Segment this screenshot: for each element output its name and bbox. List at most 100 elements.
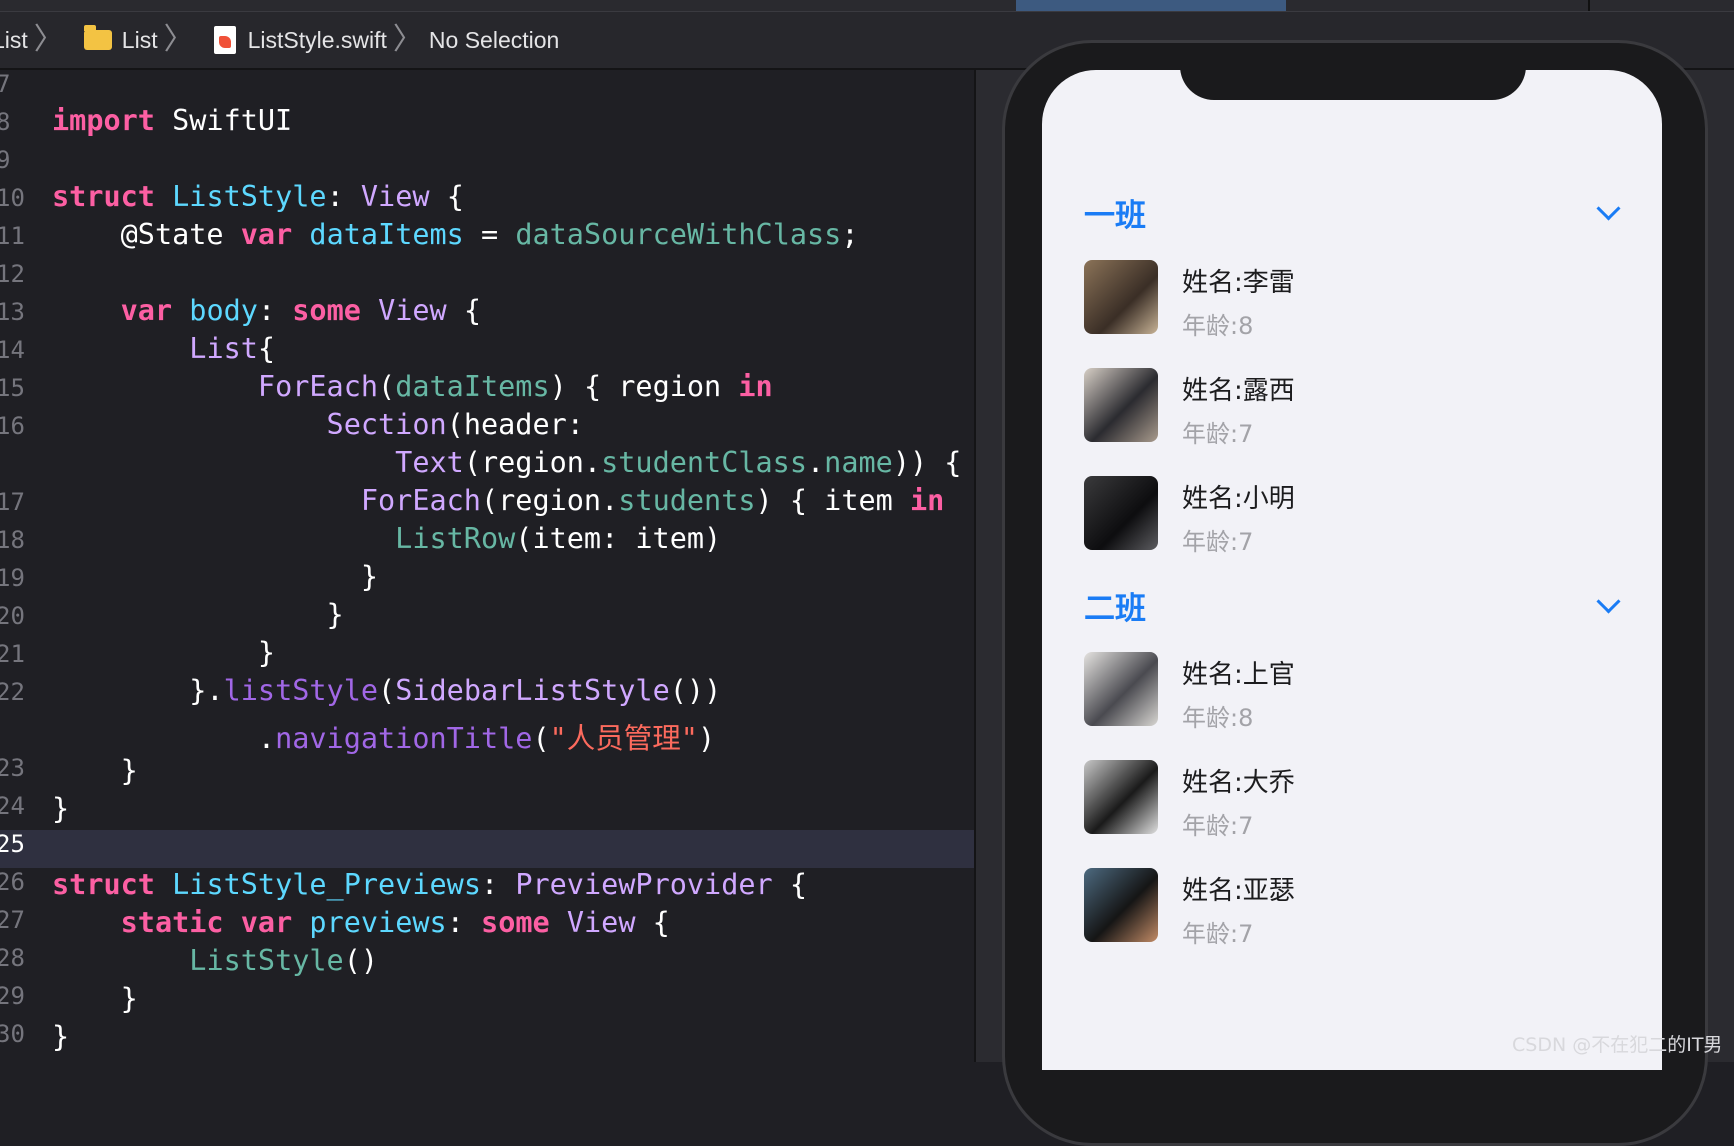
code-line: struct ListStyle_Previews: PreviewProvid… [52,868,807,901]
folder-icon [83,25,112,50]
code-token: : [446,906,482,939]
line-number: 30 [0,1020,25,1048]
code-token: var [240,906,293,939]
breadcrumb-selection[interactable]: No Selection [429,27,559,54]
code-token: { [257,332,276,365]
breadcrumb-folder-label: List [121,26,158,53]
code-token: } [52,598,344,631]
student-age: 年龄:7 [1182,528,1254,556]
avatar [1084,868,1158,942]
section-header[interactable]: 一班 [1084,190,1146,235]
code-token: import [52,104,155,137]
avatar [1084,476,1158,550]
phone-notch [1180,60,1526,100]
student-name: 姓名:上官 [1182,660,1295,690]
code-token: Text [395,446,464,479]
line-number: 8 [0,108,11,136]
code-token: name [824,446,893,479]
code-token: . [807,446,825,479]
code-token: previews [309,906,447,939]
code-token: ListStyle_Previews [172,868,481,901]
code-line: } [52,754,138,787]
code-line: ListRow(item: item) [52,522,721,555]
code-token: "人员管理" [549,722,698,755]
student-name: 姓名:露西 [1182,376,1295,406]
code-token: @State [52,218,241,251]
code-token: static [120,906,224,939]
code-token: ListRow [395,522,516,555]
line-number: 19 [0,564,25,592]
code-line: var body: some View { [52,294,481,327]
code-token: PreviewProvider [515,868,773,901]
code-token: : [480,868,516,901]
code-token: struct [52,868,155,901]
code-token: (region. [463,446,602,479]
watermark: CSDN @不在犯二的IT男 [1512,1034,1723,1056]
code-token: ; [841,218,859,251]
code-token: ListStyle [172,180,327,213]
breadcrumb-file[interactable]: ListStyle.swift [200,26,387,54]
code-token: } [52,560,379,593]
code-token: { [635,906,670,939]
active-tab[interactable] [1016,0,1286,11]
code-token: } [52,792,70,825]
section-header[interactable]: 二班 [1084,583,1146,628]
code-token: SidebarListStyle [395,674,670,707]
line-number: 18 [0,526,25,554]
code-token: = [463,218,516,251]
code-token: listStyle [223,674,379,707]
code-token: : [257,294,293,327]
swift-file-icon [213,26,236,54]
student-name: 姓名:小明 [1182,484,1295,514]
code-token: : [326,180,361,213]
breadcrumb-project[interactable]: List [0,27,28,54]
breadcrumb-folder[interactable]: List [70,25,158,54]
code-line: }.listStyle(SidebarListStyle()) [52,674,721,707]
code-token: ) { item [755,484,910,517]
code-token: dataItems [309,218,464,251]
line-number: 26 [0,868,25,896]
code-token: ) [697,722,716,755]
code-token: )) { [892,446,962,479]
line-number: 23 [0,754,25,782]
code-token: dataItems [395,370,550,403]
code-token: (region. [480,484,619,517]
avatar [1084,260,1158,334]
code-line: @State var dataItems = dataSourceWithCla… [52,218,859,251]
code-token: } [52,1020,70,1053]
avatar [1084,368,1158,442]
code-token: { [446,294,482,327]
student-name: 姓名:亚瑟 [1182,876,1295,906]
breadcrumb-file-label: ListStyle.swift [247,26,387,53]
code-token: navigationTitle [275,722,533,755]
code-token: struct [52,180,155,213]
code-token: } [52,982,138,1015]
code-token: ( [378,370,396,403]
line-number: 9 [0,146,11,174]
code-line: ForEach(region.students) { item in [52,484,944,517]
breadcrumb-selection-label: No Selection [428,26,560,53]
code-token: (header: [446,408,584,441]
code-token: ListStyle [189,944,344,977]
line-number: 17 [0,488,25,516]
breadcrumb-separator-icon: 〉 [33,23,64,56]
code-token: var [120,294,173,327]
code-token: in [909,484,945,517]
student-name: 姓名:大乔 [1182,768,1295,798]
code-token: ( [532,722,550,755]
code-line: Section(header: [52,408,584,441]
avatar [1084,760,1158,834]
code-line: List{ [52,332,275,365]
code-token: body [189,294,258,327]
code-token: some [481,906,550,939]
code-token: () [343,944,379,977]
